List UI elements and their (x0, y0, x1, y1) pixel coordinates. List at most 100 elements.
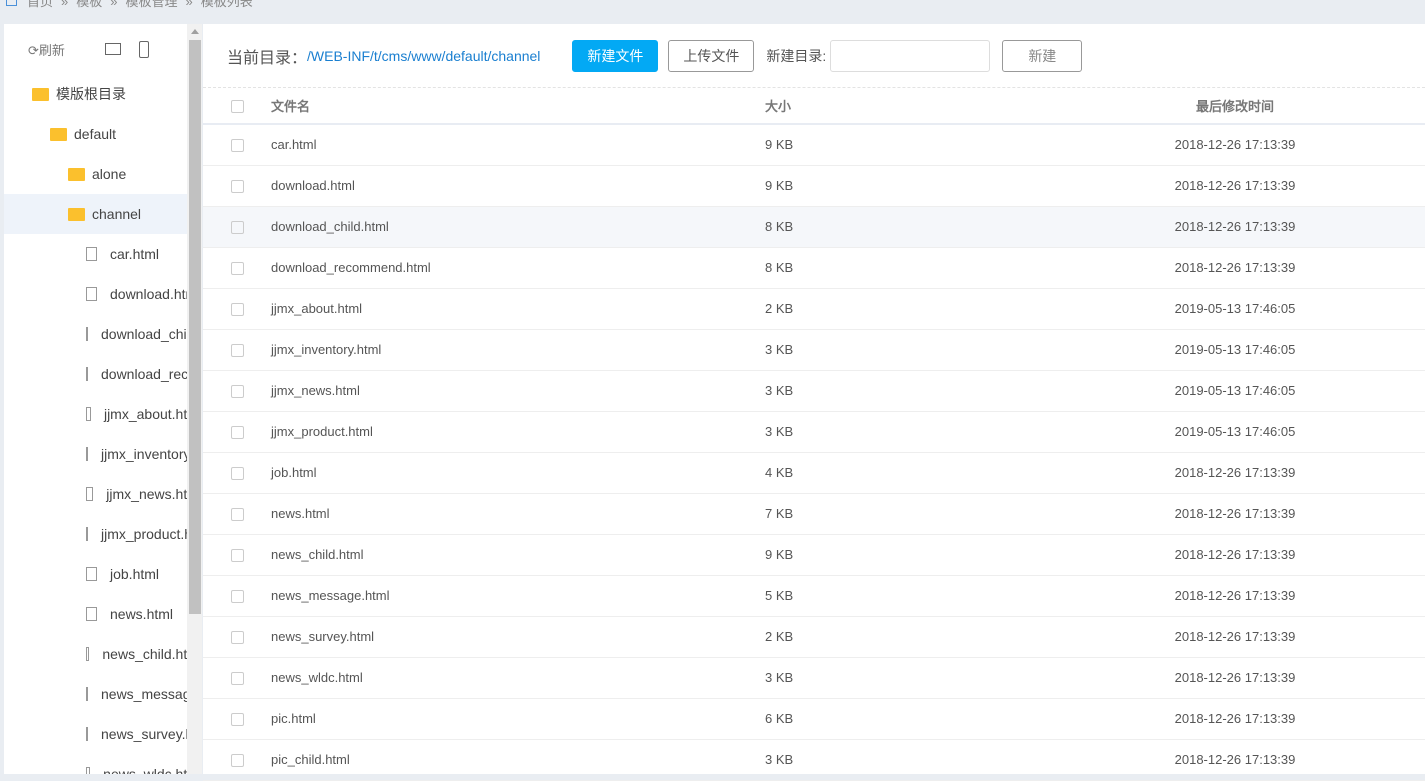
tree-node[interactable]: alone (4, 154, 202, 194)
col-filename[interactable]: 文件名 (271, 88, 765, 125)
table-row[interactable]: download_child.html 8 KB 2018-12-26 17:1… (203, 206, 1425, 248)
file-name[interactable]: jjmx_product.html (271, 411, 765, 453)
tree-node[interactable]: news.html (4, 594, 202, 634)
row-checkbox[interactable] (231, 139, 244, 153)
tree-node[interactable]: job.html (4, 554, 202, 594)
col-size[interactable]: 大小 (765, 88, 1045, 125)
row-checkbox[interactable] (231, 467, 244, 481)
table-row[interactable]: news_survey.html 2 KB 2018-12-26 17:13:3… (203, 616, 1425, 658)
file-name[interactable]: car.html (271, 124, 765, 166)
row-checkbox[interactable] (231, 631, 244, 645)
tree-node[interactable]: jjmx_inventory.html (4, 434, 202, 474)
row-checkbox[interactable] (231, 221, 244, 235)
breadcrumb-item[interactable]: 模板管理 (126, 0, 178, 9)
breadcrumb-item[interactable]: 模板列表 (201, 0, 253, 9)
table-row[interactable]: news.html 7 KB 2018-12-26 17:13:39 (203, 493, 1425, 535)
breadcrumb: 首页 » 模板 » 模板管理 » 模板列表 (6, 0, 269, 10)
breadcrumb-item[interactable]: 模板 (76, 0, 102, 9)
tree-node[interactable]: download.html (4, 274, 202, 314)
desktop-icon[interactable] (104, 43, 121, 55)
file-name[interactable]: jjmx_news.html (271, 370, 765, 412)
file-name[interactable]: download_recommend.html (271, 247, 765, 289)
file-size: 8 KB (765, 247, 1045, 289)
file-name[interactable]: news_survey.html (271, 616, 765, 658)
file-icon (86, 567, 97, 581)
tree-node[interactable]: news_wldc.html (4, 754, 202, 774)
row-checkbox[interactable] (231, 713, 244, 727)
tree-node[interactable]: jjmx_product.html (4, 514, 202, 554)
file-list-panel: 当前目录： /WEB-INF/t/cms/www/default/channel… (203, 24, 1425, 781)
tree-node[interactable]: default (4, 114, 202, 154)
row-checkbox[interactable] (231, 754, 244, 768)
table-row[interactable]: pic.html 6 KB 2018-12-26 17:13:39 (203, 698, 1425, 740)
file-name[interactable]: job.html (271, 452, 765, 494)
tree-node[interactable]: download_child.html (4, 314, 202, 354)
file-size: 8 KB (765, 206, 1045, 248)
file-modified: 2019-05-13 17:46:05 (1045, 329, 1425, 371)
row-checkbox[interactable] (231, 590, 244, 604)
table-row[interactable]: news_wldc.html 3 KB 2018-12-26 17:13:39 (203, 657, 1425, 699)
current-dir-path[interactable]: /WEB-INF/t/cms/www/default/channel (307, 48, 540, 64)
table-row[interactable]: jjmx_news.html 3 KB 2019-05-13 17:46:05 (203, 370, 1425, 412)
table-row[interactable]: news_child.html 9 KB 2018-12-26 17:13:39 (203, 534, 1425, 576)
file-name[interactable]: pic.html (271, 698, 765, 740)
row-checkbox[interactable] (231, 385, 244, 399)
sidebar-scrollbar[interactable] (187, 24, 202, 774)
tree-node[interactable]: jjmx_about.html (4, 394, 202, 434)
tree-node[interactable]: channel (4, 194, 202, 234)
upload-file-button[interactable]: 上传文件 (668, 39, 755, 72)
table-row[interactable]: job.html 4 KB 2018-12-26 17:13:39 (203, 452, 1425, 494)
breadcrumb-item[interactable]: 首页 (27, 0, 53, 9)
table-row[interactable]: jjmx_inventory.html 3 KB 2019-05-13 17:4… (203, 329, 1425, 371)
col-modified[interactable]: 最后修改时间 (1045, 88, 1425, 125)
breadcrumb-item: » (185, 0, 193, 9)
file-name[interactable]: news_child.html (271, 534, 765, 576)
file-name[interactable]: jjmx_inventory.html (271, 329, 765, 371)
file-name[interactable]: news_message.html (271, 575, 765, 617)
tree-node[interactable]: car.html (4, 234, 202, 274)
table-row[interactable]: news_message.html 5 KB 2018-12-26 17:13:… (203, 575, 1425, 617)
table-row[interactable]: download_recommend.html 8 KB 2018-12-26 … (203, 247, 1425, 289)
folder-open-icon (68, 207, 85, 221)
file-icon (86, 407, 91, 421)
home-icon[interactable] (6, 0, 17, 6)
table-row[interactable]: download.html 9 KB 2018-12-26 17:13:39 (203, 165, 1425, 207)
table-row[interactable]: jjmx_about.html 2 KB 2019-05-13 17:46:05 (203, 288, 1425, 330)
select-all-checkbox[interactable] (231, 100, 244, 114)
tree-root[interactable]: 模版根目录 (4, 74, 202, 114)
file-name[interactable]: download.html (271, 165, 765, 207)
file-name[interactable]: download_child.html (271, 206, 765, 248)
file-modified: 2018-12-26 17:13:39 (1045, 493, 1425, 535)
table-row[interactable]: jjmx_product.html 3 KB 2019-05-13 17:46:… (203, 411, 1425, 453)
table-row[interactable]: car.html 9 KB 2018-12-26 17:13:39 (203, 124, 1425, 166)
tree-node[interactable]: news_child.html (4, 634, 202, 674)
row-checkbox[interactable] (231, 344, 244, 358)
row-checkbox[interactable] (231, 303, 244, 317)
file-size: 9 KB (765, 165, 1045, 207)
tree-node[interactable]: download_recommend.html (4, 354, 202, 394)
new-dir-input[interactable] (830, 39, 991, 72)
file-name[interactable]: news.html (271, 493, 765, 535)
row-checkbox[interactable] (231, 180, 244, 194)
file-icon (86, 327, 88, 341)
row-checkbox[interactable] (231, 549, 244, 563)
refresh-button[interactable]: ⟳刷新 (28, 40, 65, 59)
file-name[interactable]: news_wldc.html (271, 657, 765, 699)
mobile-icon[interactable] (138, 40, 149, 58)
create-dir-button[interactable]: 新建 (1002, 39, 1083, 72)
row-checkbox[interactable] (231, 426, 244, 440)
file-icon (86, 687, 88, 701)
tree-node[interactable]: news_message.html (4, 674, 202, 714)
file-name[interactable]: jjmx_about.html (271, 288, 765, 330)
row-checkbox[interactable] (231, 262, 244, 276)
tree-node[interactable]: news_survey.html (4, 714, 202, 754)
tree-node[interactable]: jjmx_news.html (4, 474, 202, 514)
row-checkbox[interactable] (231, 672, 244, 686)
new-file-button[interactable]: 新建文件 (572, 39, 659, 72)
file-modified: 2018-12-26 17:13:39 (1045, 452, 1425, 494)
row-checkbox[interactable] (231, 508, 244, 522)
file-size: 3 KB (765, 370, 1045, 412)
file-size: 7 KB (765, 493, 1045, 535)
tree-node-label: news.html (110, 606, 174, 622)
file-modified: 2019-05-13 17:46:05 (1045, 411, 1425, 453)
